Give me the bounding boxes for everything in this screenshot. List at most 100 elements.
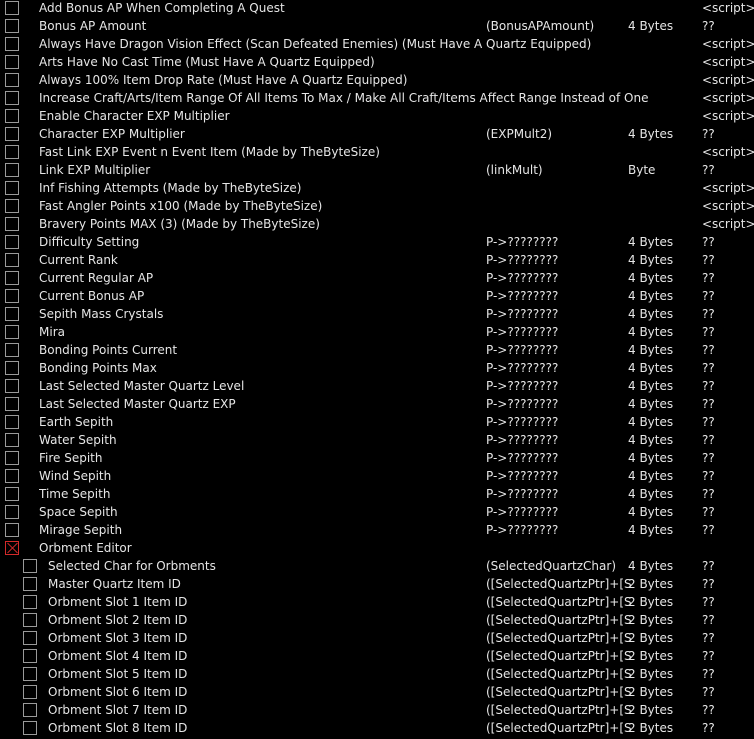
table-row[interactable]: Current Rank P->???????? 4 Bytes??	[0, 252, 754, 270]
table-row[interactable]: Fast Angler Points x100 (Made by TheByte…	[0, 198, 754, 216]
table-row[interactable]: Water Sepith P->???????? 4 Bytes??	[0, 432, 754, 450]
table-row[interactable]: Orbment Slot 8 Item ID ([SelectedQuartzPt…	[0, 720, 754, 738]
activate-checkbox[interactable]	[23, 631, 37, 645]
activate-checkbox[interactable]	[5, 19, 19, 33]
activate-checkbox[interactable]	[23, 721, 37, 735]
table-row[interactable]: Earth Sepith P->???????? 4 Bytes??	[0, 414, 754, 432]
table-row[interactable]: Increase Craft/Arts/Item Range Of All It…	[0, 90, 754, 108]
activate-checkbox[interactable]	[5, 73, 19, 87]
table-row[interactable]: Sepith Mass Crystals P->???????? 4 Bytes??	[0, 306, 754, 324]
table-row[interactable]: Bonding Points Max P->???????? 4 Bytes??	[0, 360, 754, 378]
activate-checkbox[interactable]	[5, 163, 19, 177]
activate-checkbox[interactable]	[5, 217, 19, 231]
table-row[interactable]: Master Quartz Item ID ([SelectedQuartzPtr…	[0, 576, 754, 594]
activate-checkbox[interactable]	[5, 253, 19, 267]
table-row[interactable]: Selected Char for Orbments (SelectedQuart…	[0, 558, 754, 576]
table-row[interactable]: Orbment Slot 3 Item ID ([SelectedQuartzPt…	[0, 630, 754, 648]
table-row[interactable]: Current Regular AP P->???????? 4 Bytes??	[0, 270, 754, 288]
row-value: ??	[702, 631, 715, 645]
table-row[interactable]: Arts Have No Cast Time (Must Have A Quar…	[0, 54, 754, 72]
row-value: ??	[702, 595, 715, 609]
activate-checkbox[interactable]	[5, 289, 19, 303]
table-row[interactable]: Orbment Editor	[0, 540, 754, 558]
activate-checkbox[interactable]	[5, 91, 19, 105]
activate-checkbox[interactable]	[5, 199, 19, 213]
row-value: ??	[702, 163, 715, 177]
table-row[interactable]: Current Bonus AP P->???????? 4 Bytes??	[0, 288, 754, 306]
activate-checkbox[interactable]	[5, 271, 19, 285]
activate-checkbox[interactable]	[5, 181, 19, 195]
table-row[interactable]: Time Sepith P->???????? 4 Bytes??	[0, 486, 754, 504]
row-description: Last Selected Master Quartz Level	[39, 379, 245, 393]
table-row[interactable]: Add Bonus AP When Completing A Quest <scr…	[0, 0, 754, 18]
activate-checkbox[interactable]	[23, 667, 37, 681]
table-row[interactable]: Fast Link EXP Event n Event Item (Made b…	[0, 144, 754, 162]
activate-checkbox[interactable]	[5, 379, 19, 393]
table-row[interactable]: Bravery Points MAX (3) (Made by TheByteS…	[0, 216, 754, 234]
table-row[interactable]: Orbment Slot 1 Item ID ([SelectedQuartzPt…	[0, 594, 754, 612]
table-row[interactable]: Orbment Slot 5 Item ID ([SelectedQuartzPt…	[0, 666, 754, 684]
table-row[interactable]: Mira P->???????? 4 Bytes??	[0, 324, 754, 342]
table-row[interactable]: Difficulty Setting P->???????? 4 Bytes??	[0, 234, 754, 252]
table-row[interactable]: Inf Fishing Attempts (Made by TheByteSiz…	[0, 180, 754, 198]
table-row[interactable]: Fire Sepith P->???????? 4 Bytes??	[0, 450, 754, 468]
table-row[interactable]: Last Selected Master Quartz Level P->????…	[0, 378, 754, 396]
table-row[interactable]: Last Selected Master Quartz EXP P->??????…	[0, 396, 754, 414]
activate-checkbox[interactable]	[23, 577, 37, 591]
row-description: Mirage Sepith	[39, 523, 123, 537]
activate-checkbox[interactable]	[23, 649, 37, 663]
table-row[interactable]: Orbment Slot 2 Item ID ([SelectedQuartzPt…	[0, 612, 754, 630]
activate-checkbox[interactable]	[5, 145, 19, 159]
row-type: 2 Bytes	[628, 631, 674, 645]
table-row[interactable]: Bonus AP Amount (BonusAPAmount) 4 Bytes??	[0, 18, 754, 36]
row-type: Byte	[628, 163, 656, 177]
activate-checkbox[interactable]	[5, 109, 19, 123]
row-address: P->????????	[486, 487, 559, 501]
table-row[interactable]: Enable Character EXP Multiplier <script>	[0, 108, 754, 126]
activate-checkbox[interactable]	[5, 325, 19, 339]
table-row[interactable]: Orbment Slot 7 Item ID ([SelectedQuartzPt…	[0, 702, 754, 720]
activate-checkbox[interactable]	[5, 307, 19, 321]
table-row[interactable]: Orbment Slot 6 Item ID ([SelectedQuartzPt…	[0, 684, 754, 702]
activate-checkbox[interactable]	[23, 685, 37, 699]
activate-checkbox[interactable]	[23, 613, 37, 627]
activate-checkbox[interactable]	[5, 55, 19, 69]
row-address: P->????????	[486, 505, 559, 519]
row-description: Fast Angler Points x100 (Made by TheByte…	[39, 199, 323, 213]
row-address: ([SelectedQuartzPtr]+[Sele	[486, 613, 632, 627]
activate-checkbox[interactable]	[5, 127, 19, 141]
table-row[interactable]: Always Have Dragon Vision Effect (Scan D…	[0, 36, 754, 54]
row-description: Inf Fishing Attempts (Made by TheByteSiz…	[39, 181, 302, 195]
activate-checkbox[interactable]	[5, 433, 19, 447]
table-row[interactable]: Bonding Points Current P->???????? 4 Bytes…	[0, 342, 754, 360]
activate-checkbox[interactable]	[23, 559, 37, 573]
table-row[interactable]: Wind Sepith P->???????? 4 Bytes??	[0, 468, 754, 486]
activate-checkbox[interactable]	[5, 487, 19, 501]
row-address: ([SelectedQuartzPtr]+[Sele	[486, 667, 632, 681]
table-row[interactable]: Link EXP Multiplier (linkMult) Byte??	[0, 162, 754, 180]
table-row[interactable]: Character EXP Multiplier (EXPMult2) 4 Byte…	[0, 126, 754, 144]
activate-checkbox[interactable]	[5, 451, 19, 465]
table-row[interactable]: Orbment Slot 4 Item ID ([SelectedQuartzPt…	[0, 648, 754, 666]
row-description: Water Sepith	[39, 433, 117, 447]
activate-checkbox[interactable]	[5, 415, 19, 429]
row-address: ([SelectedQuartzPtr]+[Sele	[486, 721, 632, 735]
table-row[interactable]: Mirage Sepith P->???????? 4 Bytes??	[0, 522, 754, 540]
activate-checkbox[interactable]	[5, 235, 19, 249]
activate-checkbox[interactable]	[5, 505, 19, 519]
activate-checkbox[interactable]	[23, 595, 37, 609]
row-value: ??	[702, 685, 715, 699]
table-row[interactable]: Space Sepith P->???????? 4 Bytes??	[0, 504, 754, 522]
activate-checkbox[interactable]	[23, 703, 37, 717]
activate-checkbox[interactable]	[5, 343, 19, 357]
activate-checkbox[interactable]	[5, 37, 19, 51]
activate-checkbox[interactable]	[5, 361, 19, 375]
activate-checkbox[interactable]	[5, 397, 19, 411]
active-checkbox[interactable]	[5, 541, 19, 555]
activate-checkbox[interactable]	[5, 469, 19, 483]
row-description: Last Selected Master Quartz EXP	[39, 397, 236, 411]
activate-checkbox[interactable]	[5, 1, 19, 15]
row-type: 2 Bytes	[628, 649, 674, 663]
table-row[interactable]: Always 100% Item Drop Rate (Must Have A …	[0, 72, 754, 90]
activate-checkbox[interactable]	[5, 523, 19, 537]
